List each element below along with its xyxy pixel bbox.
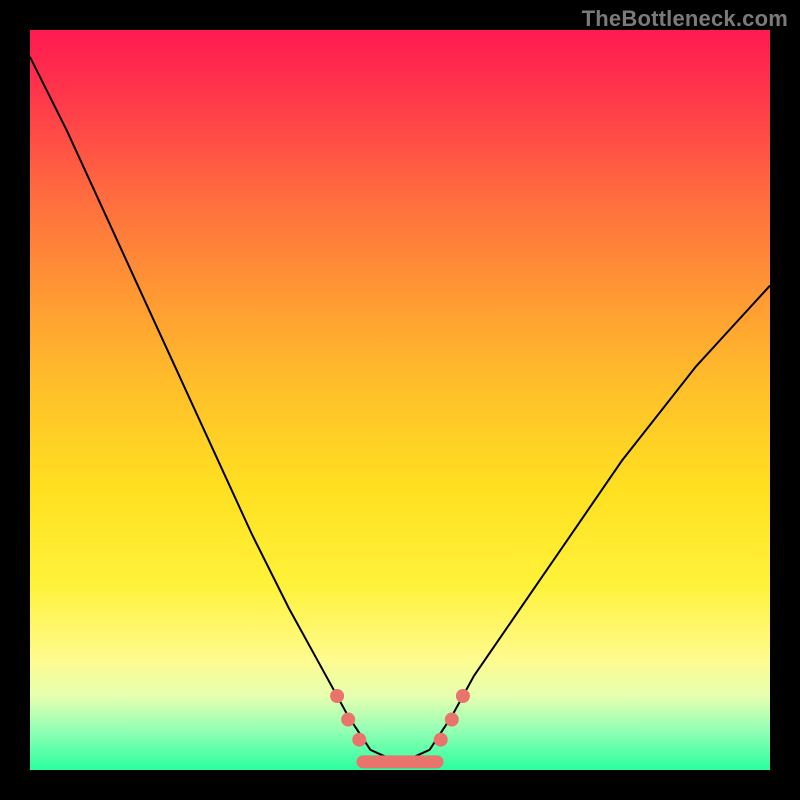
basin-dot [330,689,344,703]
basin-dot [352,733,366,747]
basin-dot [456,689,470,703]
basin-dot [341,713,355,727]
chart-svg [30,30,770,770]
chart-frame: TheBottleneck.com [0,0,800,800]
attribution-text: TheBottleneck.com [582,6,788,32]
bottleneck-curve [30,57,770,763]
basin-dots [330,689,470,747]
basin-dot [445,713,459,727]
plot-area [30,30,770,770]
basin-dot [434,733,448,747]
